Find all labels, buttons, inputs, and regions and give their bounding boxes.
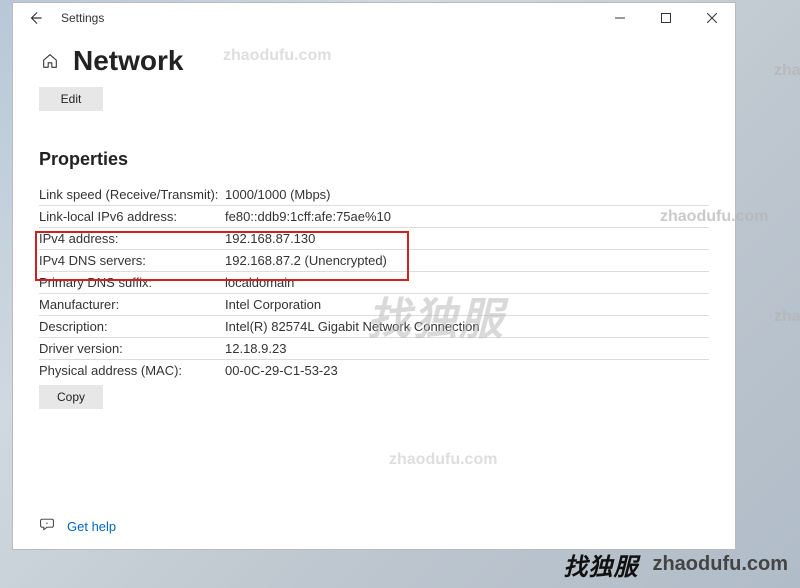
prop-label: IPv4 DNS servers: <box>39 253 225 268</box>
prop-label: Physical address (MAC): <box>39 363 225 378</box>
prop-label: Link speed (Receive/Transmit): <box>39 187 225 202</box>
content-area: Network Edit Properties Link speed (Rece… <box>13 33 735 549</box>
prop-value: 12.18.9.23 <box>225 341 709 356</box>
titlebar: Settings <box>13 3 735 33</box>
table-row: Link speed (Receive/Transmit): 1000/1000… <box>39 184 709 206</box>
get-help-link[interactable]: Get help <box>67 519 116 534</box>
copy-button[interactable]: Copy <box>39 385 103 409</box>
back-arrow-icon <box>28 11 42 25</box>
prop-label: Driver version: <box>39 341 225 356</box>
prop-label: IPv4 address: <box>39 231 225 246</box>
maximize-icon <box>661 13 671 23</box>
properties-heading: Properties <box>39 149 709 170</box>
prop-value: 192.168.87.2 (Unencrypted) <box>225 253 709 268</box>
window-title: Settings <box>61 11 104 25</box>
prop-value: localdomain <box>225 275 709 290</box>
close-button[interactable] <box>689 3 735 33</box>
page-title: Network <box>73 45 183 77</box>
prop-value: 192.168.87.130 <box>225 231 709 246</box>
overlay-cjk: 找独服 <box>563 547 638 582</box>
overlay-url: zhaodufu.com <box>652 553 788 576</box>
minimize-button[interactable] <box>597 3 643 33</box>
help-icon[interactable] <box>39 516 55 537</box>
table-row: IPv4 address: 192.168.87.130 <box>39 228 709 250</box>
watermark-text: zhaodufu.com <box>774 62 800 80</box>
settings-window: Settings <box>12 2 736 550</box>
prop-value: fe80::ddb9:1cff:afe:75ae%10 <box>225 209 709 224</box>
prop-value: 1000/1000 (Mbps) <box>225 187 709 202</box>
prop-label: Manufacturer: <box>39 297 225 312</box>
prop-label: Primary DNS suffix: <box>39 275 225 290</box>
watermark-text: zhaodufu.com <box>389 451 497 469</box>
help-row: Get help <box>39 516 709 541</box>
properties-table: Link speed (Receive/Transmit): 1000/1000… <box>39 184 709 381</box>
page-header: Network <box>39 45 709 77</box>
edit-button[interactable]: Edit <box>39 87 103 111</box>
table-row: Link-local IPv6 address: fe80::ddb9:1cff… <box>39 206 709 228</box>
table-row: Primary DNS suffix: localdomain <box>39 272 709 294</box>
overlay-brand: 找独服 zhaodufu.com <box>563 547 788 582</box>
table-row: Description: Intel(R) 82574L Gigabit Net… <box>39 316 709 338</box>
back-button[interactable] <box>21 4 49 32</box>
prop-label: Description: <box>39 319 225 334</box>
table-row: Physical address (MAC): 00-0C-29-C1-53-2… <box>39 360 709 381</box>
prop-value: Intel(R) 82574L Gigabit Network Connecti… <box>225 319 709 334</box>
prop-label: Link-local IPv6 address: <box>39 209 225 224</box>
minimize-icon <box>615 13 625 23</box>
table-row: IPv4 DNS servers: 192.168.87.2 (Unencryp… <box>39 250 709 272</box>
table-row: Driver version: 12.18.9.23 <box>39 338 709 360</box>
prop-value: Intel Corporation <box>225 297 709 312</box>
prop-value: 00-0C-29-C1-53-23 <box>225 363 709 378</box>
window-controls <box>597 3 735 33</box>
table-row: Manufacturer: Intel Corporation <box>39 294 709 316</box>
watermark-text: zhaodufu.com <box>774 308 800 326</box>
home-icon[interactable] <box>39 50 61 72</box>
maximize-button[interactable] <box>643 3 689 33</box>
close-icon <box>707 13 717 23</box>
